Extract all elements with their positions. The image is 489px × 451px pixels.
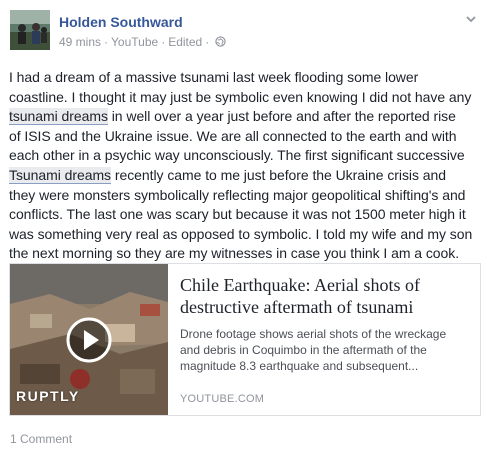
post-line: Tsunami dreams recently came to me just … xyxy=(9,166,483,186)
post-header: Holden Southward 49 mins · YouTube · Edited · xyxy=(10,10,480,52)
card-title-line: destructive aftermath of tsunami xyxy=(180,297,414,317)
meta-separator: · xyxy=(104,35,109,49)
post-source[interactable]: YouTube xyxy=(111,35,158,49)
hashtag-link[interactable]: tsunami dreams xyxy=(9,108,108,126)
card-source: YOUTUBE.COM xyxy=(180,393,265,405)
post-line: conflicts. The last one was scary but be… xyxy=(9,206,466,223)
card-description-line: Drone footage shows aerial shots of the … xyxy=(180,327,447,341)
author-name[interactable]: Holden Southward xyxy=(59,14,183,30)
video-thumbnail[interactable]: RUPTLY xyxy=(10,264,168,415)
post-line: the next morning so they are my witnesse… xyxy=(9,245,460,262)
avatar[interactable] xyxy=(10,10,50,50)
edited-label[interactable]: Edited xyxy=(168,35,202,49)
card-description-line: magnitude 8.3 earthquake and subsequent.… xyxy=(180,359,419,373)
post-line: was something very real as opposed to sy… xyxy=(9,225,473,242)
post-line: coastline. I thought it may just be symb… xyxy=(9,88,472,105)
meta-separator: · xyxy=(205,35,210,49)
card-description: Drone footage shows aerial shots of the … xyxy=(180,326,472,374)
post-line: of ISIS and the Ukraine issue. We are al… xyxy=(9,127,457,144)
meta-separator: · xyxy=(161,35,166,49)
card-description-line: and debris in Coquimbo in the aftermath … xyxy=(180,343,427,357)
card-title[interactable]: Chile Earthquake: Aerial shots of destru… xyxy=(180,274,472,318)
post-line: they were monsters symbolically reflecti… xyxy=(9,186,466,203)
hashtag-link[interactable]: Tsunami dreams xyxy=(9,166,111,184)
post-line: each other in a psychic way unconsciousl… xyxy=(9,147,465,164)
globe-icon[interactable] xyxy=(215,36,226,50)
post-line-text: in well over a year just before and afte… xyxy=(107,108,456,125)
post-line: tsunami dreams in well over a year just … xyxy=(9,107,483,127)
card-body: Chile Earthquake: Aerial shots of destru… xyxy=(180,274,472,374)
post-line: I had a dream of a massive tsunami last … xyxy=(9,69,419,85)
card-title-line: Chile Earthquake: Aerial shots of xyxy=(180,275,420,295)
play-icon[interactable] xyxy=(66,317,112,368)
profile-photo-icon xyxy=(10,10,50,50)
post-line-text: recently came to me just before the Ukra… xyxy=(111,166,446,183)
link-preview-card[interactable]: RUPTLY Chile Earthquake: Aerial shots of… xyxy=(9,263,481,416)
thumbnail-watermark: RUPTLY xyxy=(16,388,80,404)
post-time[interactable]: 49 mins xyxy=(59,35,101,49)
comments-count-link[interactable]: 1 Comment xyxy=(10,432,72,446)
post-meta: 49 mins · YouTube · Edited · xyxy=(59,35,226,50)
post-text: I had a dream of a massive tsunami last … xyxy=(9,68,483,264)
chevron-down-icon[interactable] xyxy=(464,12,478,26)
